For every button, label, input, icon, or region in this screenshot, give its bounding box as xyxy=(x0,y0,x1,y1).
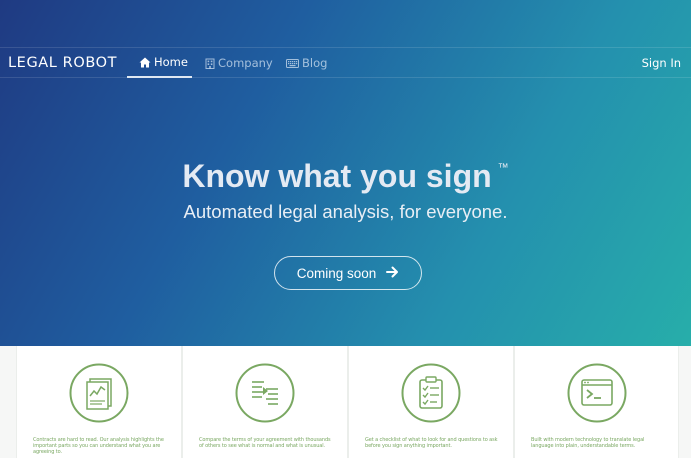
nav-item-company[interactable]: Company xyxy=(205,48,273,78)
sign-in-link[interactable]: Sign In xyxy=(642,48,681,78)
hero-subheadline: Automated legal analysis, for everyone. xyxy=(183,201,508,222)
chart-report-icon xyxy=(69,363,129,423)
building-icon xyxy=(205,58,215,69)
coming-soon-label: Coming soon xyxy=(296,265,377,281)
hero-headline: Know what you sign ™ xyxy=(0,148,691,196)
hero-headline-text: Know what you sign xyxy=(182,158,492,194)
feature-card: Get a checklist of what to look for and … xyxy=(348,346,514,458)
hero-section: LEGAL ROBOT Home Company Blog Sign In Kn… xyxy=(0,0,691,346)
brand-logo[interactable]: LEGAL ROBOT xyxy=(8,53,117,73)
features-section: Contracts are hard to read. Our analysis… xyxy=(0,346,691,458)
top-navbar: LEGAL ROBOT Home Company Blog Sign In xyxy=(0,47,691,78)
arrow-right-icon xyxy=(386,266,399,281)
document-list-icon xyxy=(235,363,295,423)
nav-item-blog-label: Blog xyxy=(302,55,328,70)
feature-blurb: Contracts are hard to read. Our analysis… xyxy=(33,437,164,455)
nav-item-blog[interactable]: Blog xyxy=(286,48,327,78)
feature-blurb: Compare the terms of your agreement with… xyxy=(199,437,331,449)
feature-card: Compare the terms of your agreement with… xyxy=(182,346,348,458)
feature-card: Built with modern technology to translat… xyxy=(514,346,679,458)
keyboard-icon xyxy=(286,58,299,68)
feature-blurb: Get a checklist of what to look for and … xyxy=(365,437,498,449)
nav-item-home-label: Home xyxy=(154,54,188,69)
feature-blurb: Built with modern technology to translat… xyxy=(531,437,645,449)
trademark-symbol: ™ xyxy=(497,162,509,174)
terminal-window-icon xyxy=(567,363,627,423)
clipboard-checklist-icon xyxy=(401,363,461,423)
nav-item-company-label: Company xyxy=(218,55,273,70)
nav-item-home[interactable]: Home xyxy=(127,48,192,78)
home-icon xyxy=(139,57,151,68)
feature-card: Contracts are hard to read. Our analysis… xyxy=(16,346,182,458)
coming-soon-button[interactable]: Coming soon xyxy=(274,256,422,290)
